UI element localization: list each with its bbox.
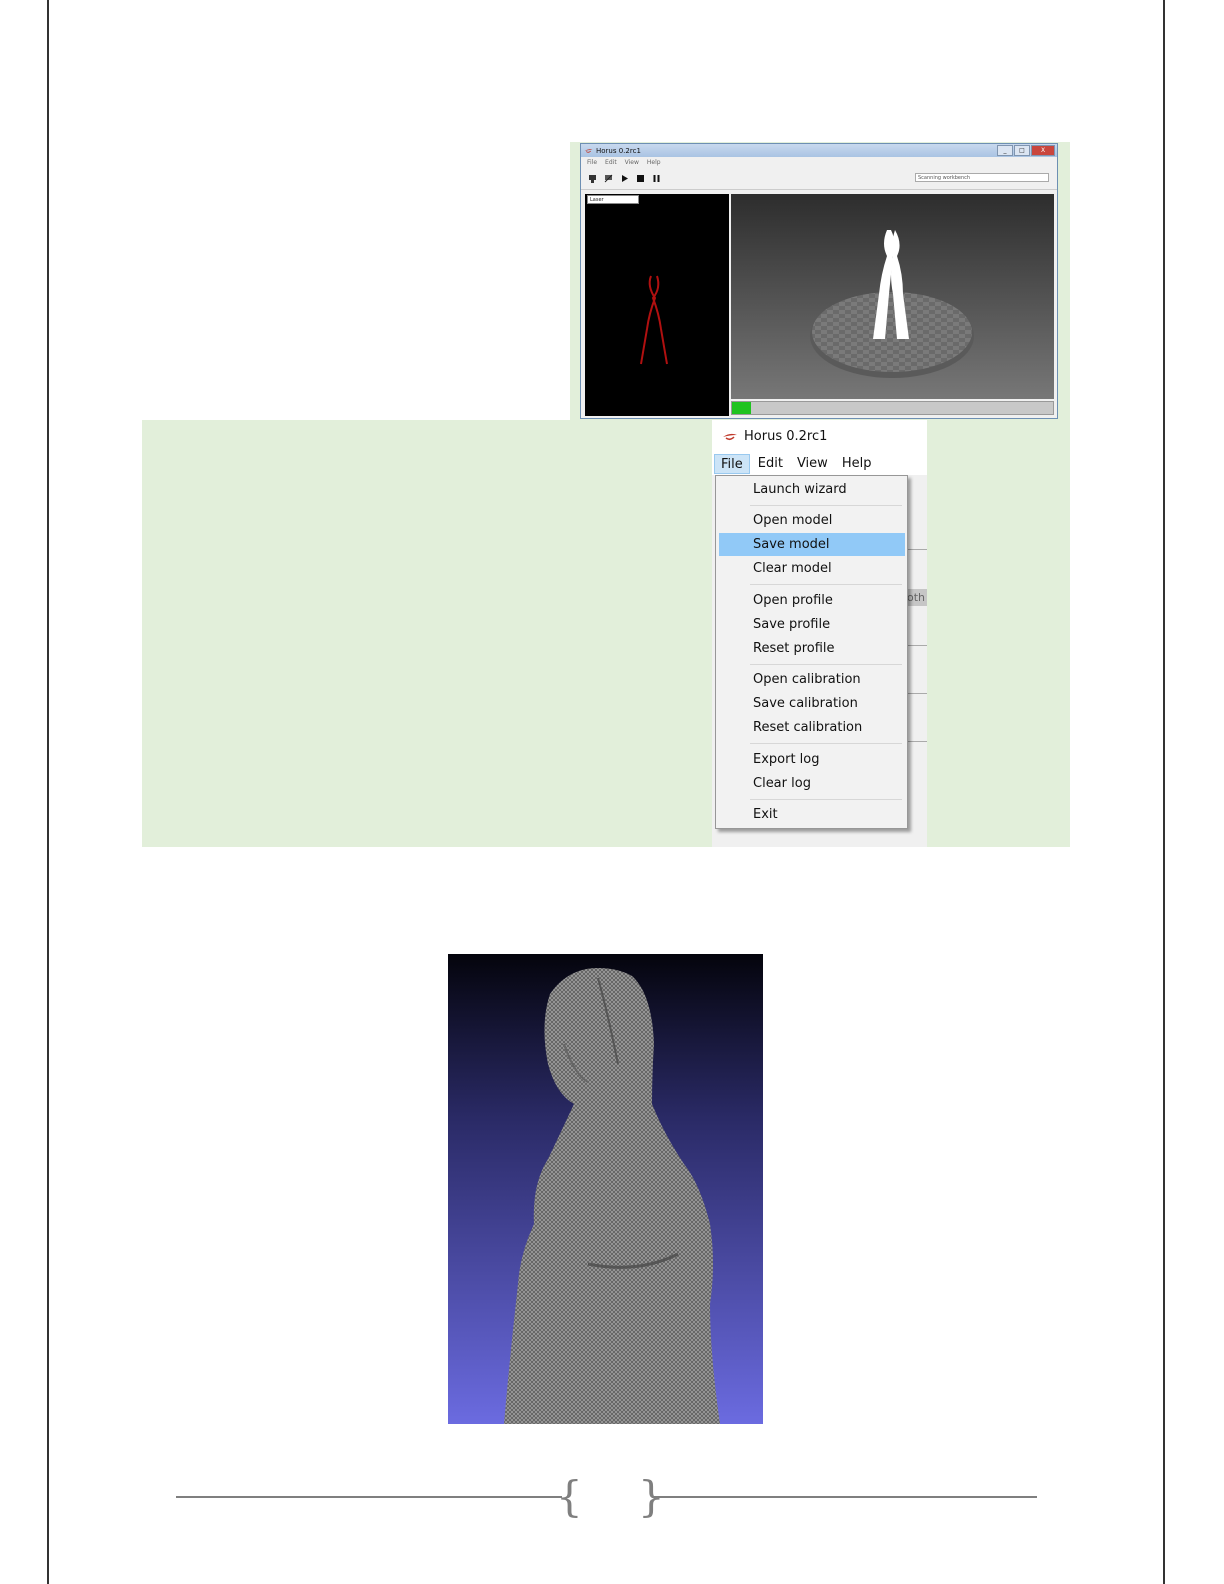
menu-edit[interactable]: Edit	[605, 159, 617, 166]
page-border-right	[1163, 0, 1165, 1584]
menu-edit[interactable]: Edit	[752, 454, 789, 474]
menu-item-launch-wizard[interactable]: Launch wizard	[719, 478, 905, 501]
menu-view[interactable]: View	[791, 454, 834, 474]
menu-item-exit[interactable]: Exit	[719, 803, 905, 826]
page-border-left	[47, 0, 49, 1584]
scan-progress-fill	[732, 402, 752, 414]
app-title: Horus 0.2rc1	[744, 429, 828, 444]
background-partial-text: oth	[907, 589, 927, 606]
menu-separator	[750, 664, 902, 665]
horus-eye-icon	[723, 433, 737, 440]
horus-eye-icon	[584, 148, 593, 153]
footer-bracket-right: }	[638, 1472, 665, 1521]
file-menu-screenshot: Horus 0.2rc1 File Edit View Help oth Lau…	[712, 420, 927, 847]
menu-item-open-calibration[interactable]: Open calibration	[719, 668, 905, 691]
footer-rule-right	[652, 1496, 1037, 1498]
point-cloud-render	[810, 230, 974, 378]
background-divider	[907, 693, 927, 694]
camera-view: Laser	[585, 194, 729, 416]
app-menubar: File Edit View Help	[712, 453, 927, 475]
close-button[interactable]: X	[1031, 145, 1055, 156]
figurine-mesh-image	[504, 968, 720, 1424]
menu-file[interactable]: File	[587, 159, 597, 166]
menu-separator	[750, 743, 902, 744]
maximize-button[interactable]: □	[1014, 145, 1030, 156]
menu-item-save-profile[interactable]: Save profile	[719, 613, 905, 636]
menu-item-clear-model[interactable]: Clear model	[719, 557, 905, 580]
pause-icon[interactable]	[651, 173, 661, 183]
menu-item-save-model[interactable]: Save model	[719, 533, 905, 556]
horus-window-screenshot: Horus 0.2rc1 _ □ X File Edit View Help S…	[580, 143, 1058, 419]
workbench-select[interactable]: Scanning workbench	[915, 173, 1049, 182]
play-icon[interactable]	[619, 173, 629, 183]
menu-item-clear-log[interactable]: Clear log	[719, 772, 905, 795]
window-menubar: File Edit View Help	[581, 157, 1057, 167]
window-title: Horus 0.2rc1	[596, 146, 641, 155]
scan-progress-bar	[731, 401, 1054, 415]
menu-item-export-log[interactable]: Export log	[719, 748, 905, 771]
menu-separator	[750, 799, 902, 800]
background-divider	[907, 549, 927, 550]
menu-view[interactable]: View	[625, 159, 639, 166]
menu-item-reset-calibration[interactable]: Reset calibration	[719, 716, 905, 739]
menu-separator	[750, 505, 902, 506]
background-divider	[907, 645, 927, 646]
footer-rule-left	[176, 1496, 562, 1498]
stop-icon[interactable]	[635, 173, 645, 183]
window-titlebar: Horus 0.2rc1 _ □ X	[581, 144, 1057, 157]
green-panel-bottom	[142, 420, 1070, 847]
menu-item-save-calibration[interactable]: Save calibration	[719, 692, 905, 715]
background-divider	[907, 741, 927, 742]
menu-item-reset-profile[interactable]: Reset profile	[719, 637, 905, 660]
connect-icon[interactable]	[587, 173, 597, 183]
mesh-render-view	[448, 954, 763, 1424]
disconnect-icon[interactable]	[603, 173, 613, 183]
footer-bracket-left: {	[556, 1472, 583, 1521]
3d-scene-view	[731, 194, 1054, 399]
menu-help[interactable]: Help	[836, 454, 878, 474]
menu-help[interactable]: Help	[647, 159, 661, 166]
window-toolbar: Scanning workbench	[581, 167, 1057, 190]
menu-item-open-model[interactable]: Open model	[719, 509, 905, 532]
minimize-button[interactable]: _	[997, 145, 1013, 156]
menu-item-open-profile[interactable]: Open profile	[719, 589, 905, 612]
menu-file[interactable]: File	[714, 454, 750, 474]
menu-separator	[750, 584, 902, 585]
file-menu-dropdown: Launch wizard Open model Save model Clea…	[715, 475, 908, 829]
laser-line-image	[640, 275, 668, 365]
app-titlebar: Horus 0.2rc1	[712, 420, 927, 453]
